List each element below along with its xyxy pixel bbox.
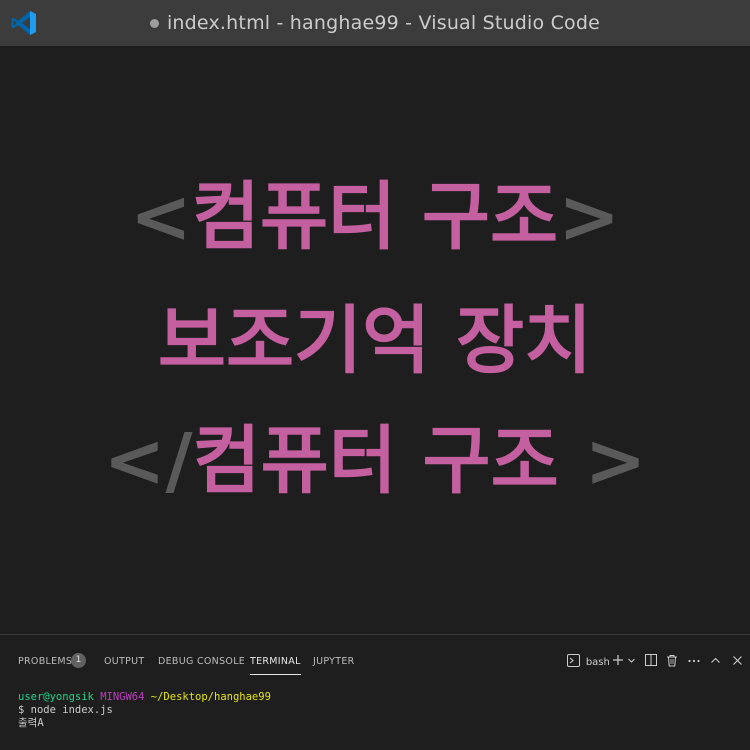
terminal-host: MINGW64 bbox=[100, 691, 145, 703]
split-icon bbox=[645, 654, 657, 666]
shell-name: bash bbox=[585, 657, 610, 668]
close-tag-open: </ bbox=[103, 418, 193, 504]
vscode-window: index.html - hanghae99 - Visual Studio C… bbox=[0, 0, 750, 750]
terminal-icon bbox=[567, 654, 580, 667]
problems-count-badge: 1 bbox=[71, 653, 86, 668]
close-tag-close: > bbox=[558, 418, 647, 504]
terminal-user: user@yongsik bbox=[18, 691, 94, 703]
heading-line-3: </컴퓨터 구조 > bbox=[0, 416, 750, 506]
heading-line-2: 보조기억 장치 bbox=[0, 296, 750, 386]
vscode-logo[interactable] bbox=[9, 8, 39, 38]
heading-text-2: 보조기억 장치 bbox=[157, 298, 593, 384]
terminal-shell-selector[interactable]: bash bbox=[567, 653, 610, 669]
new-terminal-button[interactable] bbox=[612, 653, 624, 669]
terminal-command-line: $ node index.js bbox=[18, 704, 113, 716]
terminal-prompt-line: user@yongsik MINGW64 ~/Desktop/hanghae99 bbox=[18, 691, 271, 704]
terminal-path: ~/Desktop/hanghae99 bbox=[150, 691, 271, 703]
tab-jupyter[interactable]: JUPYTER bbox=[313, 655, 355, 671]
close-icon bbox=[733, 656, 742, 665]
split-terminal-button[interactable] bbox=[645, 653, 657, 669]
heading-text-3: 컴퓨터 구조 bbox=[192, 418, 559, 504]
close-panel-button[interactable] bbox=[732, 653, 743, 669]
window-title: index.html - hanghae99 - Visual Studio C… bbox=[149, 12, 601, 34]
more-icon bbox=[688, 659, 700, 663]
plus-icon bbox=[613, 655, 623, 665]
chevron-down-icon bbox=[628, 658, 635, 663]
terminal-output[interactable]: user@yongsik MINGW64 ~/Desktop/hanghae99… bbox=[18, 691, 271, 730]
tab-terminal[interactable]: TERMINAL bbox=[250, 655, 301, 675]
unsaved-dot-icon bbox=[149, 18, 159, 28]
close-bracket: > bbox=[558, 174, 621, 260]
tab-output[interactable]: OUTPUT bbox=[104, 655, 145, 671]
panel-tabs: PROBLEMS 1 OUTPUT DEBUG CONSOLE TERMINAL… bbox=[0, 635, 750, 685]
kill-terminal-button[interactable] bbox=[666, 653, 678, 669]
window-title-text: index.html - hanghae99 - Visual Studio C… bbox=[166, 12, 601, 34]
editor-area[interactable]: <컴퓨터 구조> 보조기억 장치 </컴퓨터 구조 > bbox=[0, 46, 750, 634]
trash-icon bbox=[667, 655, 677, 667]
heading-text-1: 컴퓨터 구조 bbox=[191, 174, 559, 260]
title-bar: index.html - hanghae99 - Visual Studio C… bbox=[0, 0, 750, 46]
terminal-output-line: 출력A bbox=[18, 717, 44, 729]
heading-line-1: <컴퓨터 구조> bbox=[0, 172, 750, 262]
bottom-panel: PROBLEMS 1 OUTPUT DEBUG CONSOLE TERMINAL… bbox=[0, 634, 750, 750]
open-bracket: < bbox=[129, 174, 192, 260]
maximize-panel-button[interactable] bbox=[710, 653, 721, 669]
more-actions-button[interactable] bbox=[688, 653, 700, 669]
terminal-dropdown-button[interactable] bbox=[627, 653, 636, 669]
tab-problems[interactable]: PROBLEMS bbox=[18, 655, 72, 671]
tab-debug-console[interactable]: DEBUG CONSOLE bbox=[158, 655, 245, 671]
chevron-up-icon bbox=[711, 657, 720, 663]
